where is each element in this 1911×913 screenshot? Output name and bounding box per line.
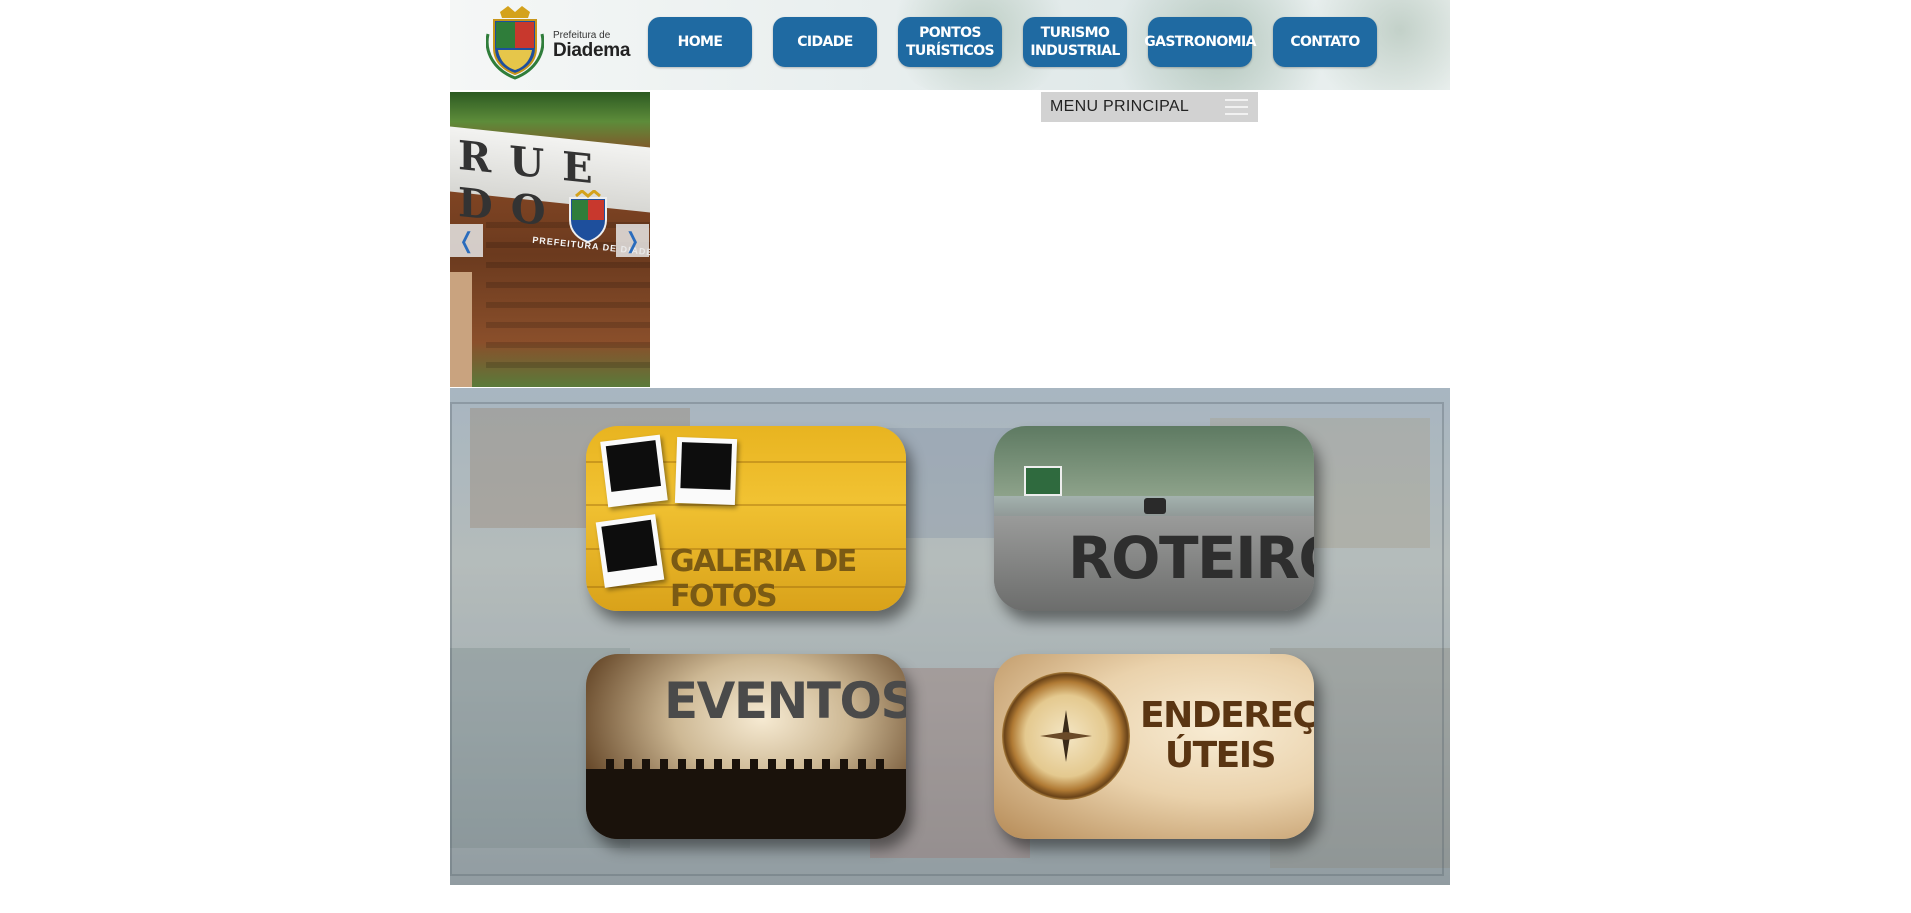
galeria-de-fotos-tile[interactable]: GALERIA DE FOTOS bbox=[586, 426, 906, 611]
polaroid-icon bbox=[674, 436, 738, 506]
road-sign-icon bbox=[1024, 466, 1062, 496]
header: Prefeitura de Diadema HOME CIDADE PONTOS… bbox=[450, 0, 1450, 90]
eventos-tile[interactable]: EVENTOS bbox=[586, 654, 906, 839]
enderecos-uteis-label: ENDEREÇOS ÚTEIS bbox=[1140, 695, 1314, 776]
wood-slat bbox=[486, 282, 650, 288]
nav-cidade-button[interactable]: CIDADE bbox=[773, 17, 877, 67]
slider-prev-icon[interactable]: ❬ bbox=[450, 224, 483, 257]
wood-slat bbox=[486, 342, 650, 348]
polaroid-icon bbox=[600, 434, 668, 508]
slider-next-icon[interactable]: ❭ bbox=[616, 224, 649, 257]
nav-turismo-industrial-button[interactable]: TURISMO INDUSTRIAL bbox=[1023, 17, 1127, 67]
wood-slat bbox=[486, 362, 650, 368]
wood-plank bbox=[586, 504, 906, 506]
nav-pontos-turisticos-button[interactable]: PONTOS TURÍSTICOS bbox=[898, 17, 1002, 67]
menu-principal-toggle[interactable]: MENU PRINCIPAL bbox=[1041, 92, 1258, 122]
menu-principal-label: MENU PRINCIPAL bbox=[1050, 98, 1190, 115]
car-icon bbox=[1144, 498, 1166, 514]
hamburger-icon[interactable] bbox=[1225, 99, 1248, 115]
city-crest-icon bbox=[569, 190, 607, 244]
compass-needle-icon bbox=[1040, 710, 1092, 762]
roteiro-tile[interactable]: ROTEIRO bbox=[994, 426, 1314, 611]
logo-title: Diadema bbox=[553, 40, 631, 61]
wood-slat bbox=[486, 262, 650, 268]
roteiro-label: ROTEIRO bbox=[1068, 524, 1314, 592]
eventos-label: EVENTOS bbox=[664, 672, 906, 730]
enderecos-uteis-tile[interactable]: ENDEREÇOS ÚTEIS bbox=[994, 654, 1314, 839]
city-crest-icon bbox=[486, 6, 544, 80]
nav-contato-button[interactable]: CONTATO bbox=[1273, 17, 1377, 67]
wood-slat bbox=[486, 322, 650, 328]
slider-pillar bbox=[450, 272, 472, 387]
wood-slat bbox=[486, 302, 650, 308]
galeria-de-fotos-label: GALERIA DE FOTOS bbox=[670, 544, 857, 611]
raised-hands bbox=[606, 759, 886, 799]
nav-gastronomia-button[interactable]: GASTRONOMIA bbox=[1144, 17, 1256, 67]
image-slider: RUE DO PREFEITURA DE DIADEMA ❬ ❭ bbox=[450, 92, 650, 387]
polaroid-icon bbox=[595, 514, 665, 588]
page: Prefeitura de Diadema HOME CIDADE PONTOS… bbox=[450, 0, 1450, 886]
diadema-logo[interactable]: Prefeitura de Diadema bbox=[486, 4, 636, 82]
nav-home-button[interactable]: HOME bbox=[648, 17, 752, 67]
